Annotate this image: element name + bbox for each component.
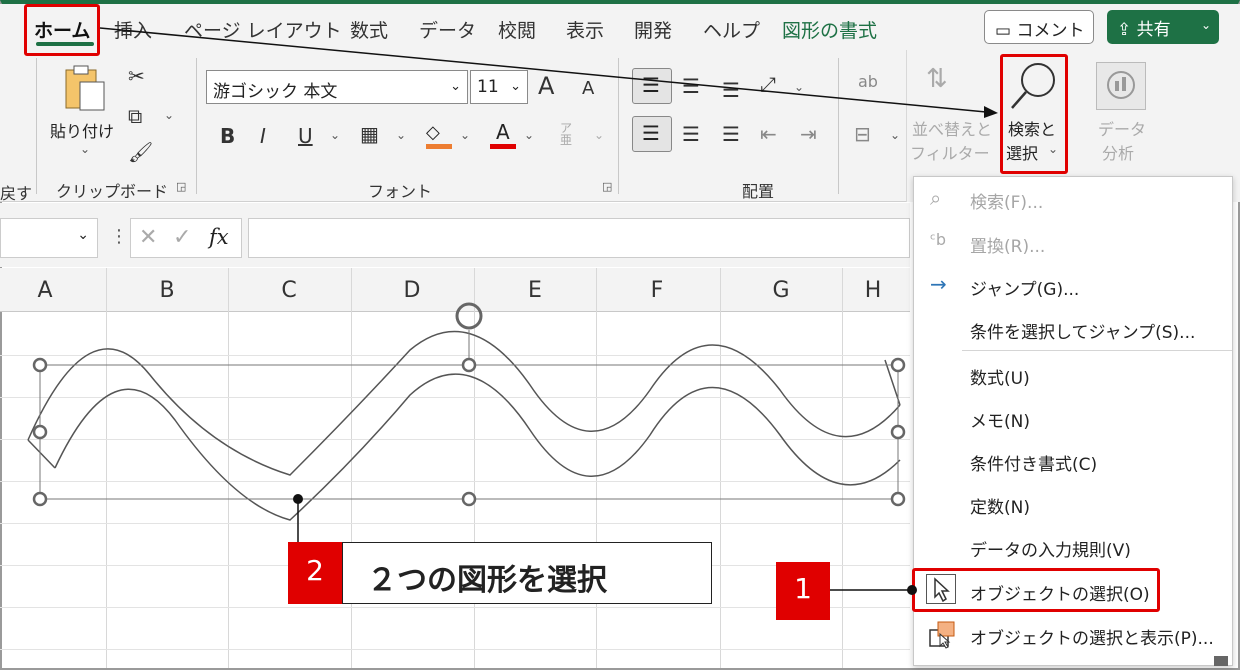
step-1-badge: 1 bbox=[776, 562, 830, 620]
scrollbar-thumb[interactable] bbox=[1214, 656, 1228, 666]
step-2-caption: ２つの図形を選択 bbox=[342, 542, 712, 604]
step-2-badge: 2 bbox=[288, 542, 342, 604]
